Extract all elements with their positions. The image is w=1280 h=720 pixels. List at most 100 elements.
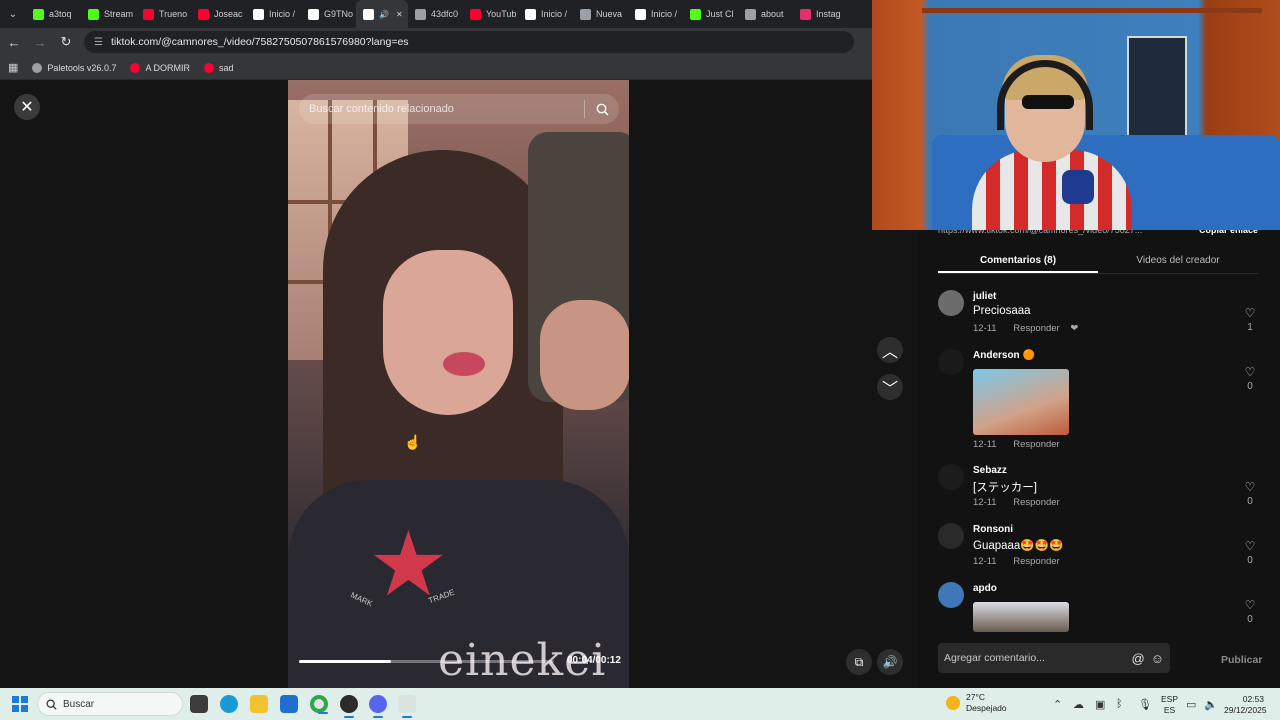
tab-label: Joseac bbox=[214, 9, 243, 19]
volume-icon[interactable]: 🔈 bbox=[1204, 698, 1218, 711]
video-progress-bar[interactable] bbox=[299, 660, 554, 663]
browser-tab[interactable]: G9TNo bbox=[301, 0, 356, 28]
browser-tab[interactable]: 🔊 ✕ bbox=[356, 0, 408, 28]
search-icon bbox=[596, 103, 608, 115]
start-button[interactable] bbox=[12, 696, 28, 712]
comment-username[interactable]: Ronsoni bbox=[973, 524, 1013, 535]
network-icon[interactable]: ▭ bbox=[1186, 698, 1196, 711]
link-icon bbox=[415, 8, 426, 20]
obs-icon[interactable] bbox=[340, 695, 358, 718]
comment-like[interactable]: ♡ 1 bbox=[1240, 306, 1260, 333]
x-icon bbox=[308, 8, 319, 20]
browser-tab[interactable]: about bbox=[738, 0, 793, 28]
comment-like[interactable]: ♡ 0 bbox=[1240, 365, 1260, 392]
tab-audio-icon[interactable]: 🔊 bbox=[379, 10, 389, 19]
system-clock[interactable]: 02:53 29/12/2025 bbox=[1224, 694, 1267, 716]
browser-tab[interactable]: Just Cl bbox=[683, 0, 738, 28]
like-count: 0 bbox=[1247, 614, 1253, 625]
volume-button[interactable]: 🔊 bbox=[877, 649, 903, 675]
avatar[interactable] bbox=[938, 582, 964, 608]
browser-tab[interactable]: Instag bbox=[793, 0, 848, 28]
taskbar-search[interactable] bbox=[37, 692, 183, 716]
avatar[interactable] bbox=[938, 464, 964, 490]
tab-search-button[interactable]: ⌄ bbox=[0, 0, 26, 28]
emoji-icon[interactable]: ☺ bbox=[1151, 651, 1164, 666]
reply-button[interactable]: Responder bbox=[1013, 556, 1059, 567]
task-view-icon[interactable] bbox=[190, 695, 208, 713]
back-button[interactable]: ← bbox=[2, 30, 26, 54]
tab-comments[interactable]: Comentarios (8) bbox=[938, 248, 1098, 273]
moon-weather-icon bbox=[946, 696, 960, 710]
browser-tab[interactable]: Inicio / bbox=[518, 0, 573, 28]
bookmark-sad[interactable]: sad bbox=[203, 62, 233, 73]
floating-player-button[interactable]: ⧉ bbox=[846, 649, 872, 675]
browser-tab[interactable]: Trueno bbox=[136, 0, 191, 28]
instagram-icon bbox=[800, 8, 811, 20]
comment-like[interactable]: ♡ 0 bbox=[1240, 598, 1260, 625]
related-search-input[interactable] bbox=[309, 103, 584, 115]
browser-tab[interactable]: YouTub bbox=[463, 0, 518, 28]
bookmark-paletools[interactable]: Paletools v26.0.7 bbox=[32, 62, 116, 73]
bluetooth-icon[interactable]: ᛒ bbox=[1116, 698, 1123, 710]
comment-input[interactable] bbox=[944, 652, 1126, 664]
creator-liked-icon: ❤ bbox=[1070, 323, 1079, 334]
snipping-tool-icon[interactable] bbox=[398, 695, 416, 718]
language-indicator[interactable]: ESP ES bbox=[1161, 694, 1178, 716]
cloud-icon[interactable]: ☁ bbox=[1073, 698, 1084, 711]
browser-tab[interactable]: a3toq bbox=[26, 0, 81, 28]
reload-icon: ↻ bbox=[60, 34, 72, 49]
browser-tab[interactable]: Joseac bbox=[191, 0, 246, 28]
browser-tab[interactable]: Stream bbox=[81, 0, 136, 28]
battery-app-icon[interactable]: ▣ bbox=[1095, 698, 1105, 711]
chevron-up-icon[interactable]: ⌃ bbox=[1053, 698, 1062, 711]
microphone-icon[interactable]: 🎙 bbox=[1138, 698, 1152, 711]
comment-image[interactable] bbox=[973, 369, 1069, 435]
browser-tab[interactable]: Inicio / bbox=[628, 0, 683, 28]
close-button[interactable]: ✕ bbox=[14, 94, 40, 120]
search-icon bbox=[46, 698, 57, 710]
forward-button[interactable]: → bbox=[28, 30, 52, 54]
video-player[interactable]: ★ MARK TRADE einekei 00:04/00:12 bbox=[288, 80, 629, 688]
avatar[interactable] bbox=[938, 523, 964, 549]
comment-username[interactable]: Anderson 🟠 bbox=[973, 350, 1035, 361]
comment-item: apdo ♡ 0 bbox=[938, 582, 1260, 632]
edge-icon[interactable] bbox=[220, 695, 238, 713]
discord-icon[interactable] bbox=[369, 695, 387, 718]
file-explorer-icon[interactable] bbox=[250, 695, 268, 713]
reload-button[interactable]: ↻ bbox=[54, 30, 78, 54]
tab-creator-videos[interactable]: Videos del creador bbox=[1098, 248, 1258, 273]
comment-like[interactable]: ♡ 0 bbox=[1240, 539, 1260, 566]
chrome-icon[interactable] bbox=[310, 695, 328, 714]
comment-text: [ステッカー] bbox=[973, 482, 1037, 494]
weather-widget[interactable]: 27°C Despejado bbox=[946, 692, 1007, 714]
comment-meta: 12-11 Responder bbox=[973, 497, 1060, 508]
mention-icon[interactable]: @ bbox=[1132, 651, 1145, 666]
avatar[interactable] bbox=[938, 290, 964, 316]
store-icon[interactable] bbox=[280, 695, 298, 713]
comment-username[interactable]: juliet bbox=[973, 291, 996, 302]
browser-tab[interactable]: Inicio / bbox=[246, 0, 301, 28]
comment-image[interactable] bbox=[973, 602, 1069, 632]
taskbar-search-input[interactable] bbox=[63, 698, 143, 710]
apps-grid-icon[interactable]: ▦ bbox=[8, 61, 18, 74]
bookmark-a-dormir[interactable]: A DORMIR bbox=[130, 62, 190, 73]
reply-button[interactable]: Responder bbox=[1013, 439, 1059, 450]
next-video-button[interactable]: ﹀ bbox=[877, 374, 903, 400]
comment-username[interactable]: Sebazz bbox=[973, 465, 1007, 476]
site-info-icon[interactable]: ☰ bbox=[94, 37, 103, 48]
avatar[interactable] bbox=[938, 349, 964, 375]
reply-button[interactable]: Responder bbox=[1013, 323, 1059, 334]
reply-button[interactable]: Responder bbox=[1013, 497, 1059, 508]
comment-meta: 12-11 Responder ❤ bbox=[973, 323, 1078, 334]
comment-username[interactable]: apdo bbox=[973, 583, 997, 594]
browser-tab[interactable]: Nueva bbox=[573, 0, 628, 28]
url-bar[interactable]: ☰ tiktok.com/@camnores_/video/7582750507… bbox=[84, 31, 854, 53]
tab-label: Trueno bbox=[159, 9, 188, 19]
tab-close-icon[interactable]: ✕ bbox=[396, 10, 403, 19]
browser-tab[interactable]: 43dfc0 bbox=[408, 0, 463, 28]
comment-like[interactable]: ♡ 0 bbox=[1240, 480, 1260, 507]
previous-video-button[interactable]: ︿ bbox=[877, 337, 903, 363]
kick-icon bbox=[33, 8, 44, 20]
publish-button[interactable]: Publicar bbox=[1221, 654, 1262, 666]
search-button[interactable] bbox=[585, 103, 619, 116]
